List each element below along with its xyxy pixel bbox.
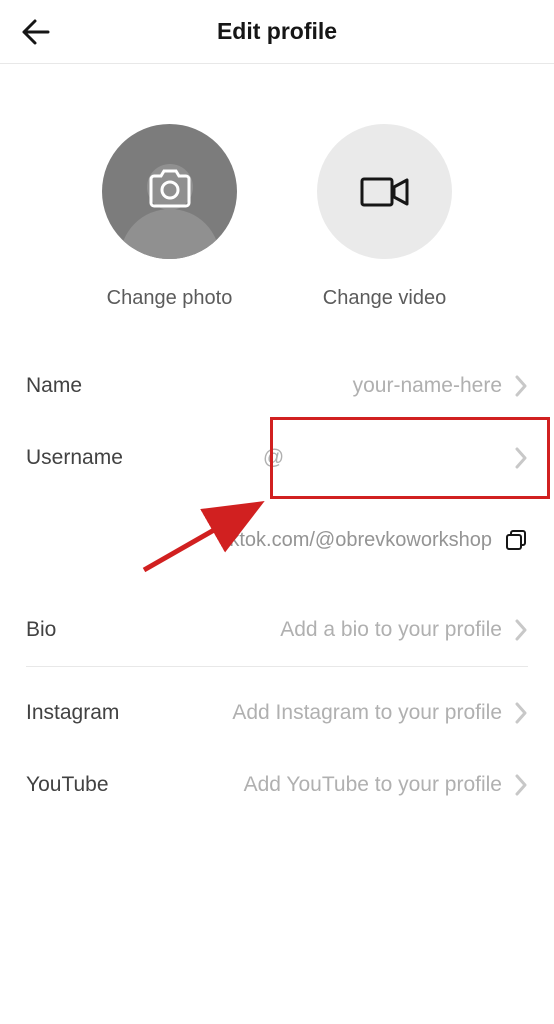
- name-label: Name: [26, 374, 82, 398]
- chevron-right-icon: [514, 774, 528, 796]
- bio-label: Bio: [26, 618, 56, 642]
- instagram-placeholder: Add Instagram to your profile: [232, 701, 502, 725]
- header: Edit profile: [0, 0, 554, 64]
- change-photo-button[interactable]: [102, 124, 237, 259]
- social-section: Instagram Add Instagram to your profile …: [0, 677, 554, 821]
- change-video-label: Change video: [323, 287, 446, 310]
- bio-placeholder: Add a bio to your profile: [280, 618, 502, 642]
- youtube-row[interactable]: YouTube Add YouTube to your profile: [0, 749, 554, 821]
- change-photo-label: Change photo: [107, 287, 233, 310]
- change-video-button[interactable]: [317, 124, 452, 259]
- chevron-right-icon: [514, 447, 528, 469]
- youtube-placeholder: Add YouTube to your profile: [244, 773, 502, 797]
- profile-url-row: tiktok.com/@obrevkoworkshop: [0, 506, 554, 574]
- divider: [26, 666, 528, 667]
- bio-row[interactable]: Bio Add a bio to your profile: [0, 594, 554, 666]
- name-value: your-name-here: [353, 374, 502, 398]
- camera-icon: [147, 169, 193, 209]
- username-label: Username: [26, 446, 123, 470]
- chevron-right-icon: [514, 702, 528, 724]
- instagram-label: Instagram: [26, 701, 119, 725]
- profile-url-text: tiktok.com/@obrevkoworkshop: [219, 529, 492, 552]
- arrow-left-icon: [20, 16, 52, 48]
- page-title: Edit profile: [20, 18, 534, 45]
- instagram-row[interactable]: Instagram Add Instagram to your profile: [0, 677, 554, 749]
- username-value: @: [263, 446, 284, 470]
- back-button[interactable]: [20, 16, 52, 48]
- settings-list: Name your-name-here Username @ tiktok.co…: [0, 350, 554, 821]
- youtube-label: YouTube: [26, 773, 109, 797]
- copy-button[interactable]: [504, 528, 528, 552]
- change-photo-option: Change photo: [102, 124, 237, 310]
- copy-icon: [504, 528, 528, 552]
- chevron-right-icon: [514, 375, 528, 397]
- media-section: Change photo Change video: [0, 64, 554, 350]
- change-video-option: Change video: [317, 124, 452, 310]
- video-icon: [359, 172, 411, 212]
- username-row[interactable]: Username @: [0, 422, 554, 494]
- name-row[interactable]: Name your-name-here: [0, 350, 554, 422]
- chevron-right-icon: [514, 619, 528, 641]
